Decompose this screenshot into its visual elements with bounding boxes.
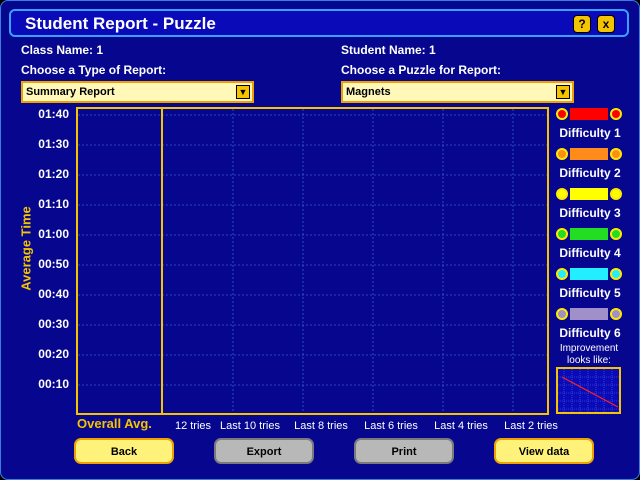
window-title: Student Report - Puzzle (25, 14, 216, 33)
legend-dot (556, 228, 568, 240)
legend-dot (610, 108, 622, 120)
chevron-down-icon[interactable]: ▼ (236, 85, 250, 99)
legend-swatch (556, 108, 622, 120)
help-icon[interactable]: ? (573, 15, 591, 33)
legend-dot (556, 188, 568, 200)
x-tick-label: Last 4 tries (434, 420, 488, 432)
report-window: Student Report - Puzzle ? x Class Name: … (0, 0, 640, 480)
y-tick-label: 00:10 (38, 377, 69, 391)
legend-dot (610, 228, 622, 240)
report-type-label: Choose a Type of Report: (21, 63, 167, 77)
legend-bar (570, 308, 608, 320)
export-button[interactable]: Export (214, 438, 314, 464)
legend-dot (556, 308, 568, 320)
legend-bar (570, 188, 608, 200)
legend-swatch (556, 268, 622, 280)
legend-dot (556, 108, 568, 120)
view-data-button[interactable]: View data (494, 438, 594, 464)
y-tick-label: 01:10 (38, 197, 69, 211)
legend-label: Difficulty 3 (559, 206, 621, 220)
close-icon[interactable]: x (597, 15, 615, 33)
title-bar: Student Report - Puzzle ? x (9, 9, 629, 37)
legend-label: Difficulty 6 (559, 326, 621, 340)
student-name-label: Student Name: 1 (341, 43, 436, 57)
legend-dot (610, 308, 622, 320)
legend-dot (610, 268, 622, 280)
report-type-dropdown[interactable]: Summary Report ▼ (21, 81, 254, 103)
legend-bar (570, 108, 608, 120)
legend-label: Difficulty 1 (559, 126, 621, 140)
y-tick-label: 00:20 (38, 347, 69, 361)
legend-label: Difficulty 5 (559, 286, 621, 300)
legend-bar (570, 148, 608, 160)
legend-dot (556, 268, 568, 280)
class-name-label: Class Name: 1 (21, 43, 104, 57)
improvement-example-chart (556, 367, 621, 414)
legend-swatch (556, 308, 622, 320)
x-tick-label: Last 6 tries (364, 420, 418, 432)
legend-dot (556, 148, 568, 160)
improvement-trend-line (561, 376, 619, 408)
x-tick-label: Last 2 tries (504, 420, 558, 432)
y-tick-label: 01:30 (38, 137, 69, 151)
print-button[interactable]: Print (354, 438, 454, 464)
back-button[interactable]: Back (74, 438, 174, 464)
improvement-label: Improvement looks like: (559, 343, 619, 366)
y-tick-label: 01:40 (38, 107, 69, 121)
x-tick-overall: Overall Avg. (77, 416, 152, 431)
chevron-down-icon[interactable]: ▼ (556, 85, 570, 99)
y-tick-label: 01:20 (38, 167, 69, 181)
puzzle-dropdown[interactable]: Magnets ▼ (341, 81, 574, 103)
x-tick-label: Last 10 tries (220, 420, 280, 432)
legend-label: Difficulty 2 (559, 166, 621, 180)
chart-plot-area (76, 107, 549, 415)
x-tick-label: Last 8 tries (294, 420, 348, 432)
legend-swatch (556, 188, 622, 200)
legend-bar (570, 268, 608, 280)
y-tick-label: 00:40 (38, 287, 69, 301)
legend-swatch (556, 148, 622, 160)
legend-dot (610, 188, 622, 200)
legend-dot (610, 148, 622, 160)
y-tick-label: 00:50 (38, 257, 69, 271)
report-type-value: Summary Report (26, 86, 115, 98)
y-tick-label: 00:30 (38, 317, 69, 331)
puzzle-value: Magnets (346, 86, 391, 98)
legend-label: Difficulty 4 (559, 246, 621, 260)
puzzle-label: Choose a Puzzle for Report: (341, 63, 502, 77)
legend-swatch (556, 228, 622, 240)
legend-bar (570, 228, 608, 240)
y-tick-label: 01:00 (38, 227, 69, 241)
